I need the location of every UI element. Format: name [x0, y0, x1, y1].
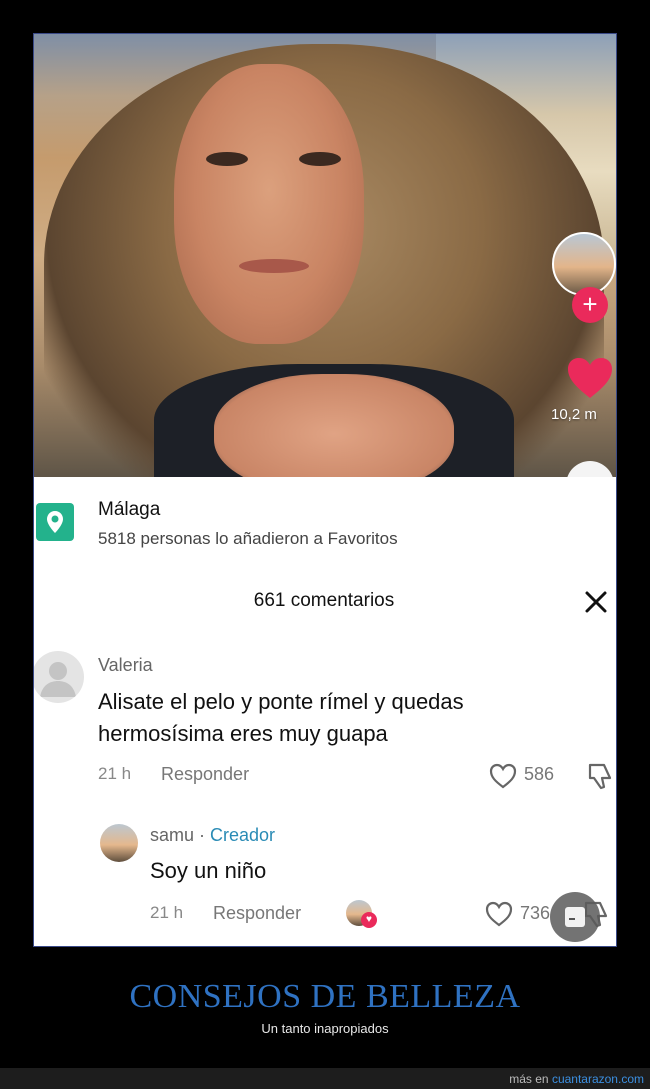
video-subject-eye-right [299, 152, 341, 166]
avatar[interactable] [34, 651, 84, 703]
creator-badge: Creador [210, 825, 276, 845]
location-name[interactable]: Málaga [98, 499, 160, 521]
location-bar[interactable]: Málaga 5818 personas lo añadieron a Favo… [34, 477, 616, 572]
comment-author[interactable]: samu [150, 825, 194, 845]
screenshot-frame: + 10,2 m Málaga 5818 personas lo añadier… [33, 33, 617, 947]
video-player[interactable]: + 10,2 m [34, 34, 616, 477]
video-subject-mouth [239, 259, 309, 273]
footer-bar: más en cuantarazon.com [0, 1068, 650, 1089]
reply-button[interactable]: Responder [161, 764, 249, 785]
heart-icon[interactable] [566, 356, 614, 400]
caption-title: CONSEJOS DE BELLEZA [129, 978, 521, 1015]
comment-author-line: samu · Creador [150, 825, 275, 846]
comments-header: 661 comentarios [34, 582, 616, 622]
heart-outline-icon[interactable] [484, 900, 514, 928]
site-link[interactable]: cuantarazon.com [552, 1072, 644, 1086]
video-subject-eye-left [206, 152, 248, 166]
comment-author[interactable]: Valeria [98, 655, 153, 676]
comment-time: 21 h [150, 903, 184, 922]
caption-subtitle: Un tanto inapropiados [261, 1021, 389, 1036]
comment-like-count: 736 [520, 903, 551, 923]
dislike-icon[interactable] [584, 760, 616, 792]
comment-text: Soy un niño [150, 858, 267, 883]
location-pin-icon [36, 503, 74, 541]
footer-text: más en cuantarazon.com [509, 1072, 644, 1086]
comments-count: 661 comentarios [253, 590, 395, 611]
comment-like-count: 586 [524, 764, 555, 784]
video-subject-face [174, 64, 364, 344]
location-favorites-count: 5818 personas lo añadieron a Favoritos [98, 529, 398, 548]
creator-avatar[interactable] [552, 232, 616, 296]
comment-text: Alisate el pelo y ponte rímel y quedas h… [98, 689, 464, 746]
author-separator: · [194, 825, 211, 845]
video-like-count: 10,2 m [551, 406, 597, 423]
heart-outline-icon[interactable] [488, 762, 518, 790]
comment-time: 21 h [98, 764, 132, 783]
liked-by-creator-heart-icon: ♥ [361, 912, 377, 928]
close-icon[interactable] [582, 588, 610, 616]
avatar[interactable] [100, 824, 138, 862]
reply-button[interactable]: Responder [213, 903, 301, 924]
follow-button[interactable]: + [572, 287, 608, 323]
footer-prefix: más en [509, 1072, 552, 1086]
floating-action-button[interactable] [550, 892, 600, 942]
video-subject-hands [214, 374, 454, 477]
